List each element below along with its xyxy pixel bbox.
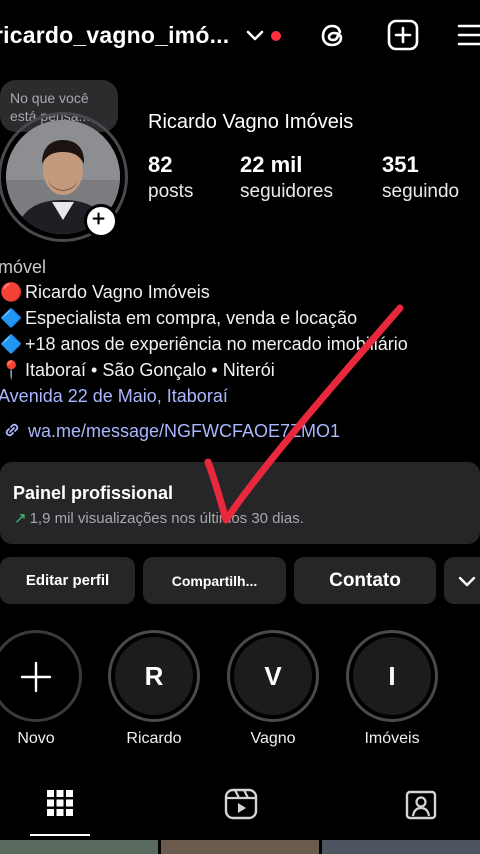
red-circle-icon: 🔴 [0, 282, 23, 302]
post-thumbnail[interactable] [322, 840, 480, 854]
followers-count[interactable]: 22 mil [240, 152, 302, 178]
tagged-tab-icon[interactable] [405, 790, 437, 820]
bio-line-text: Itaboraí • São Gonçalo • Niterói [25, 360, 275, 380]
professional-dashboard-subtitle: ↗ 1,9 mil visualizações nos últimos 30 di… [14, 510, 304, 527]
bio-line-text: Especialista em compra, venda e locação [25, 308, 358, 328]
chevron-down-icon[interactable] [246, 28, 264, 42]
account-username[interactable]: ricardo_vagno_imó... [0, 22, 229, 49]
highlight-cover: R [115, 637, 193, 715]
trend-up-icon: ↗ [14, 510, 27, 527]
posts-count[interactable]: 82 [148, 152, 172, 178]
highlight-label: Vagno [250, 730, 296, 747]
diamond-icon: 🔷 [0, 308, 23, 328]
suggestions-button[interactable] [444, 557, 480, 604]
notification-dot [271, 31, 281, 41]
bio-link[interactable]: wa.me/message/NGFWCFAOE7ZMO1 [2, 420, 340, 442]
grid-tab-icon[interactable] [46, 789, 74, 817]
post-grid[interactable] [0, 838, 480, 854]
profile-category: móvel [0, 257, 47, 277]
active-tab-indicator [30, 834, 90, 836]
followers-label[interactable]: seguidores [240, 181, 333, 203]
bio-line: 🔷 +18 anos de experiência no mercado imob… [0, 334, 408, 355]
bio-line: 🔴 Ricardo Vagno Imóveis [0, 282, 210, 303]
following-count[interactable]: 351 [382, 152, 419, 178]
reels-tab-icon[interactable] [224, 788, 258, 820]
link-icon [5, 423, 19, 437]
add-story-icon[interactable] [84, 204, 118, 238]
post-thumbnail[interactable] [0, 840, 158, 854]
following-label[interactable]: seguindo [382, 181, 459, 203]
top-bar: ricardo_vagno_imó... [0, 0, 480, 72]
highlight-cover: I [353, 637, 431, 715]
highlight-cover: V [234, 637, 312, 715]
highlight-label: Novo [17, 730, 55, 747]
plus-icon [20, 661, 52, 693]
location-link[interactable]: Avenida 22 de Maio, Itaboraí [0, 386, 228, 407]
share-profile-button[interactable]: Compartilh... [143, 557, 286, 604]
bio-line: 🔷 Especialista em compra, venda e locação [0, 308, 357, 329]
menu-icon[interactable] [456, 18, 480, 52]
pin-icon: 📍 [0, 360, 23, 380]
bio-line: 📍 Itaboraí • São Gonçalo • Niterói [0, 360, 275, 381]
threads-icon[interactable] [316, 18, 350, 52]
highlight-label: Ricardo [126, 730, 182, 747]
highlight-label: Imóveis [364, 730, 420, 747]
bio-line-text: +18 anos de experiência no mercado imobi… [25, 334, 408, 354]
bio-link-text: wa.me/message/NGFWCFAOE7ZMO1 [28, 421, 341, 441]
posts-label[interactable]: posts [148, 181, 193, 203]
contact-button[interactable]: Contato [294, 557, 436, 604]
post-thumbnail[interactable] [161, 840, 319, 854]
diamond-icon: 🔷 [0, 334, 23, 354]
chevron-down-icon [458, 576, 476, 586]
professional-dashboard-title: Painel profissional [13, 483, 174, 503]
bio-line-text: Ricardo Vagno Imóveis [25, 282, 210, 302]
create-icon[interactable] [386, 18, 420, 52]
edit-profile-button[interactable]: Editar perfil [0, 557, 135, 604]
profile-name: Ricardo Vagno Imóveis [148, 111, 354, 133]
